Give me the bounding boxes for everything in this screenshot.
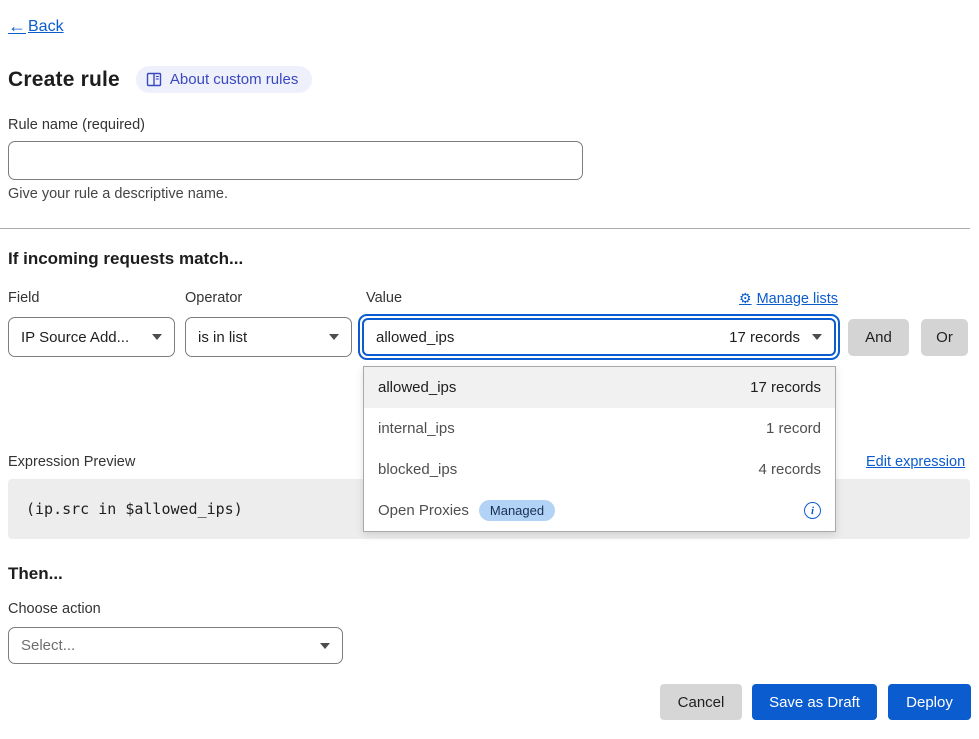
value-dropdown-panel: allowed_ips 17 records internal_ips 1 re… xyxy=(363,366,836,532)
back-link[interactable]: ←Back xyxy=(8,16,64,37)
field-select[interactable]: IP Source Add... xyxy=(8,317,175,357)
back-arrow-icon: ← xyxy=(8,16,26,37)
chevron-down-icon xyxy=(329,334,339,340)
deploy-button[interactable]: Deploy xyxy=(888,684,971,720)
choose-action-label: Choose action xyxy=(8,601,101,617)
list-option-internal-ips[interactable]: internal_ips 1 record xyxy=(364,408,835,449)
info-icon[interactable]: i xyxy=(804,502,821,519)
list-option-name: Open Proxies xyxy=(378,502,469,519)
chevron-down-icon xyxy=(152,334,162,340)
list-option-name: blocked_ips xyxy=(378,461,457,478)
rule-name-input[interactable] xyxy=(8,141,583,180)
list-option-allowed-ips[interactable]: allowed_ips 17 records xyxy=(364,367,835,408)
action-select-placeholder: Select... xyxy=(21,637,75,654)
operator-select[interactable]: is in list xyxy=(185,317,352,357)
manage-lists-link[interactable]: ⚙ Manage lists xyxy=(730,290,838,307)
cancel-button[interactable]: Cancel xyxy=(660,684,742,720)
rule-name-label: Rule name (required) xyxy=(8,117,145,133)
value-combobox-records: 17 records xyxy=(729,329,800,346)
expression-preview-label: Expression Preview xyxy=(8,454,135,470)
value-combobox-focus-ring: allowed_ips 17 records xyxy=(358,314,840,360)
gear-icon: ⚙ xyxy=(739,290,752,307)
section-divider xyxy=(0,228,970,229)
and-button[interactable]: And xyxy=(848,319,909,356)
list-option-detail: 4 records xyxy=(758,461,821,478)
match-section-heading: If incoming requests match... xyxy=(8,249,243,269)
save-as-draft-button[interactable]: Save as Draft xyxy=(752,684,877,720)
field-select-value: IP Source Add... xyxy=(21,329,129,346)
then-section-heading: Then... xyxy=(8,564,63,584)
chevron-down-icon xyxy=(812,334,822,340)
rule-name-helper: Give your rule a descriptive name. xyxy=(8,186,228,202)
list-option-blocked-ips[interactable]: blocked_ips 4 records xyxy=(364,449,835,490)
book-icon xyxy=(146,72,162,87)
title-row: Create rule About custom rules xyxy=(8,66,312,93)
operator-label: Operator xyxy=(185,290,242,306)
operator-select-value: is in list xyxy=(198,329,247,346)
back-link-label: Back xyxy=(28,18,64,36)
value-label: Value xyxy=(366,290,402,306)
page-title: Create rule xyxy=(8,68,120,92)
managed-badge: Managed xyxy=(479,500,555,521)
about-badge-label: About custom rules xyxy=(170,71,298,88)
list-option-detail: 17 records xyxy=(750,379,821,396)
chevron-down-icon xyxy=(320,643,330,649)
create-rule-page: ←Back Create rule About custom rules Rul… xyxy=(0,0,979,739)
expression-code: (ip.src in $allowed_ips) xyxy=(26,500,243,518)
value-combobox[interactable]: allowed_ips 17 records xyxy=(362,318,836,356)
about-custom-rules-link[interactable]: About custom rules xyxy=(136,66,312,93)
action-select[interactable]: Select... xyxy=(8,627,343,664)
list-option-name: allowed_ips xyxy=(378,379,456,396)
manage-lists-label: Manage lists xyxy=(757,291,838,307)
value-combobox-text: allowed_ips xyxy=(376,329,454,346)
list-option-detail: 1 record xyxy=(766,420,821,437)
or-button[interactable]: Or xyxy=(921,319,968,356)
list-option-name: internal_ips xyxy=(378,420,455,437)
list-option-open-proxies[interactable]: Open Proxies Managed i xyxy=(364,490,835,531)
edit-expression-link[interactable]: Edit expression xyxy=(866,454,965,470)
field-label: Field xyxy=(8,290,39,306)
